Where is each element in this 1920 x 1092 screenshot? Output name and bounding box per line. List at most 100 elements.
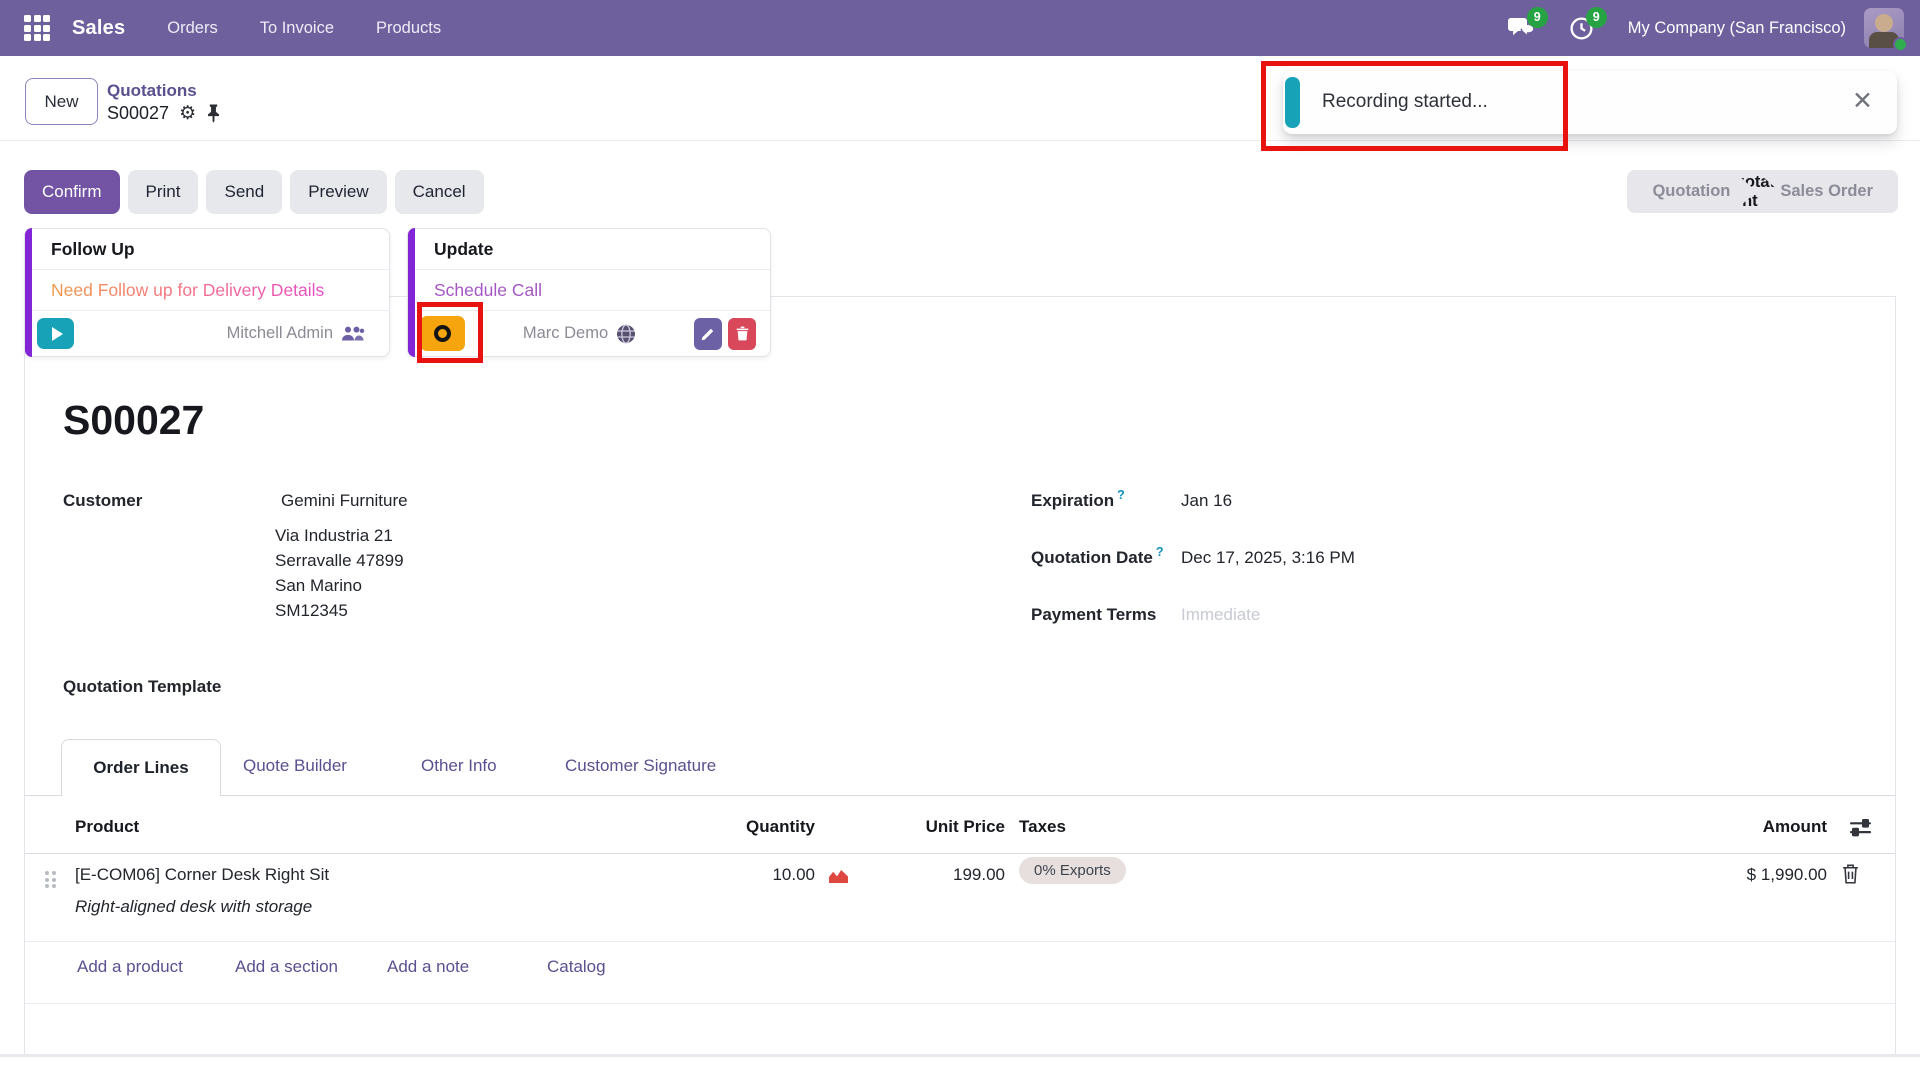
- nav-item-products[interactable]: Products: [376, 19, 441, 38]
- company-switcher[interactable]: My Company (San Francisco): [1628, 19, 1846, 38]
- toast-notification: Recording started... ✕: [1283, 71, 1897, 134]
- send-button[interactable]: Send: [206, 170, 282, 214]
- activity-assignee: Mitchell Admin: [227, 324, 375, 343]
- tab-customer-signature[interactable]: Customer Signature: [565, 756, 716, 776]
- breadcrumb: S00027 ⚙: [107, 103, 221, 124]
- play-icon: [52, 327, 63, 341]
- activity-footer: Marc Demo: [408, 311, 770, 356]
- expiration-label-text: Expiration: [1031, 491, 1114, 510]
- expiration-label: Expiration?: [1031, 491, 1125, 511]
- activity-assignee: Marc Demo: [465, 324, 694, 344]
- card-accent-bar: [408, 228, 415, 357]
- breadcrumb-parent-quotations[interactable]: Quotations: [107, 81, 197, 101]
- catalog-link[interactable]: Catalog: [547, 957, 606, 977]
- add-section-link[interactable]: Add a section: [235, 957, 338, 977]
- pencil-icon: [701, 327, 715, 341]
- close-icon[interactable]: ✕: [1852, 86, 1873, 116]
- add-product-link[interactable]: Add a product: [77, 957, 183, 977]
- add-note-link[interactable]: Add a note: [387, 957, 469, 977]
- preview-button[interactable]: Preview: [290, 170, 386, 214]
- address-line: San Marino: [275, 573, 404, 598]
- app-name[interactable]: Sales: [72, 17, 125, 40]
- print-button[interactable]: Print: [128, 170, 199, 214]
- help-icon[interactable]: ?: [1156, 545, 1164, 559]
- gear-icon[interactable]: ⚙: [179, 104, 196, 123]
- mark-done-play-button[interactable]: [37, 318, 74, 349]
- navbar-right: 9 9 My Company (San Francisco): [1508, 8, 1920, 48]
- activity-card-update: Update Schedule Call Marc Demo: [407, 228, 771, 357]
- help-icon[interactable]: ?: [1117, 488, 1125, 502]
- cell-quantity[interactable]: 10.00: [665, 865, 815, 885]
- user-avatar[interactable]: [1864, 8, 1904, 48]
- quotation-date-label-text: Quotation Date: [1031, 548, 1153, 567]
- address-line: Serravalle 47899: [275, 548, 404, 573]
- record-title: S00027: [63, 397, 204, 444]
- table-row-border: [25, 941, 1895, 942]
- cell-product[interactable]: [E-COM06] Corner Desk Right Sit: [75, 865, 329, 885]
- payment-terms-field[interactable]: Immediate: [1181, 605, 1260, 625]
- assignee-name: Mitchell Admin: [227, 324, 333, 343]
- toast-accent-bar: [1285, 77, 1300, 128]
- activities-button[interactable]: 9: [1569, 16, 1594, 41]
- address-line: SM12345: [275, 598, 404, 623]
- new-button[interactable]: New: [25, 78, 98, 125]
- trash-icon: [736, 326, 749, 341]
- edit-activity-button[interactable]: [694, 318, 722, 350]
- tab-other-info[interactable]: Other Info: [421, 756, 497, 776]
- delete-activity-button[interactable]: [728, 318, 756, 350]
- row-drag-handle[interactable]: [45, 871, 56, 888]
- messages-button[interactable]: 9: [1508, 16, 1535, 41]
- screen: Sales Orders To Invoice Products 9 9 My …: [0, 0, 1920, 1092]
- activity-card-follow-up: Follow Up Need Follow up for Delivery De…: [24, 228, 390, 357]
- team-people-icon: [341, 325, 365, 342]
- status-pipeline: Quotation Quotation Sent Sales Order: [1627, 170, 1898, 213]
- top-navbar: Sales Orders To Invoice Products 9 9 My …: [0, 0, 1920, 56]
- quotation-date-label: Quotation Date?: [1031, 548, 1163, 568]
- cell-product-description[interactable]: Right-aligned desk with storage: [75, 897, 312, 917]
- messages-badge: 9: [1527, 7, 1548, 28]
- avatar-head: [1875, 14, 1893, 32]
- tab-order-lines[interactable]: Order Lines: [61, 739, 221, 796]
- payment-terms-label: Payment Terms: [1031, 605, 1156, 625]
- customer-address: Via Industria 21 Serravalle 47899 San Ma…: [275, 523, 404, 623]
- tabs-bottom-border: [25, 795, 1895, 796]
- nav-item-to-invoice[interactable]: To Invoice: [260, 19, 334, 38]
- activity-title: Follow Up: [25, 229, 389, 270]
- column-header-quantity[interactable]: Quantity: [665, 817, 815, 837]
- table-header-border: [25, 853, 1895, 854]
- cell-amount: $ 1,990.00: [1677, 865, 1827, 885]
- globe-icon: [616, 324, 636, 344]
- customer-name-link[interactable]: Gemini Furniture: [281, 491, 408, 511]
- record-call-button[interactable]: [420, 316, 465, 351]
- cell-unit-price[interactable]: 199.00: [845, 865, 1005, 885]
- nav-item-orders[interactable]: Orders: [167, 19, 217, 38]
- activity-summary-link[interactable]: Need Follow up for Delivery Details: [25, 270, 389, 311]
- quotation-template-label: Quotation Template: [63, 677, 221, 697]
- cancel-button[interactable]: Cancel: [395, 170, 484, 214]
- expiration-value[interactable]: Jan 16: [1181, 491, 1232, 511]
- pin-icon[interactable]: [206, 104, 221, 123]
- quotation-date-value[interactable]: Dec 17, 2025, 3:16 PM: [1181, 548, 1355, 568]
- table-bottom-divider: [25, 1003, 1895, 1004]
- card-accent-bar: [25, 228, 32, 357]
- activities-badge: 9: [1586, 7, 1607, 28]
- column-header-taxes[interactable]: Taxes: [1019, 817, 1066, 837]
- record-icon: [434, 325, 451, 342]
- breadcrumb-divider: [0, 140, 1920, 141]
- confirm-button[interactable]: Confirm: [24, 170, 120, 214]
- tab-quote-builder[interactable]: Quote Builder: [243, 756, 347, 776]
- sheet-bottom-edge: [0, 1054, 1920, 1057]
- column-header-amount[interactable]: Amount: [1677, 817, 1827, 837]
- toast-message: Recording started...: [1322, 91, 1488, 113]
- column-header-unit-price[interactable]: Unit Price: [845, 817, 1005, 837]
- assignee-name: Marc Demo: [523, 324, 608, 343]
- apps-grid-icon[interactable]: [24, 15, 50, 41]
- optional-columns-sliders-icon[interactable]: [1849, 818, 1872, 837]
- delete-row-trash-icon[interactable]: [1841, 863, 1860, 884]
- action-buttons: Confirm Print Send Preview Cancel: [24, 170, 484, 214]
- stage-quotation[interactable]: Quotation: [1627, 182, 1755, 201]
- customer-label: Customer: [63, 491, 142, 511]
- column-header-product[interactable]: Product: [75, 817, 139, 837]
- activity-summary-link[interactable]: Schedule Call: [408, 270, 770, 311]
- cell-taxes-badge[interactable]: 0% Exports: [1019, 857, 1126, 884]
